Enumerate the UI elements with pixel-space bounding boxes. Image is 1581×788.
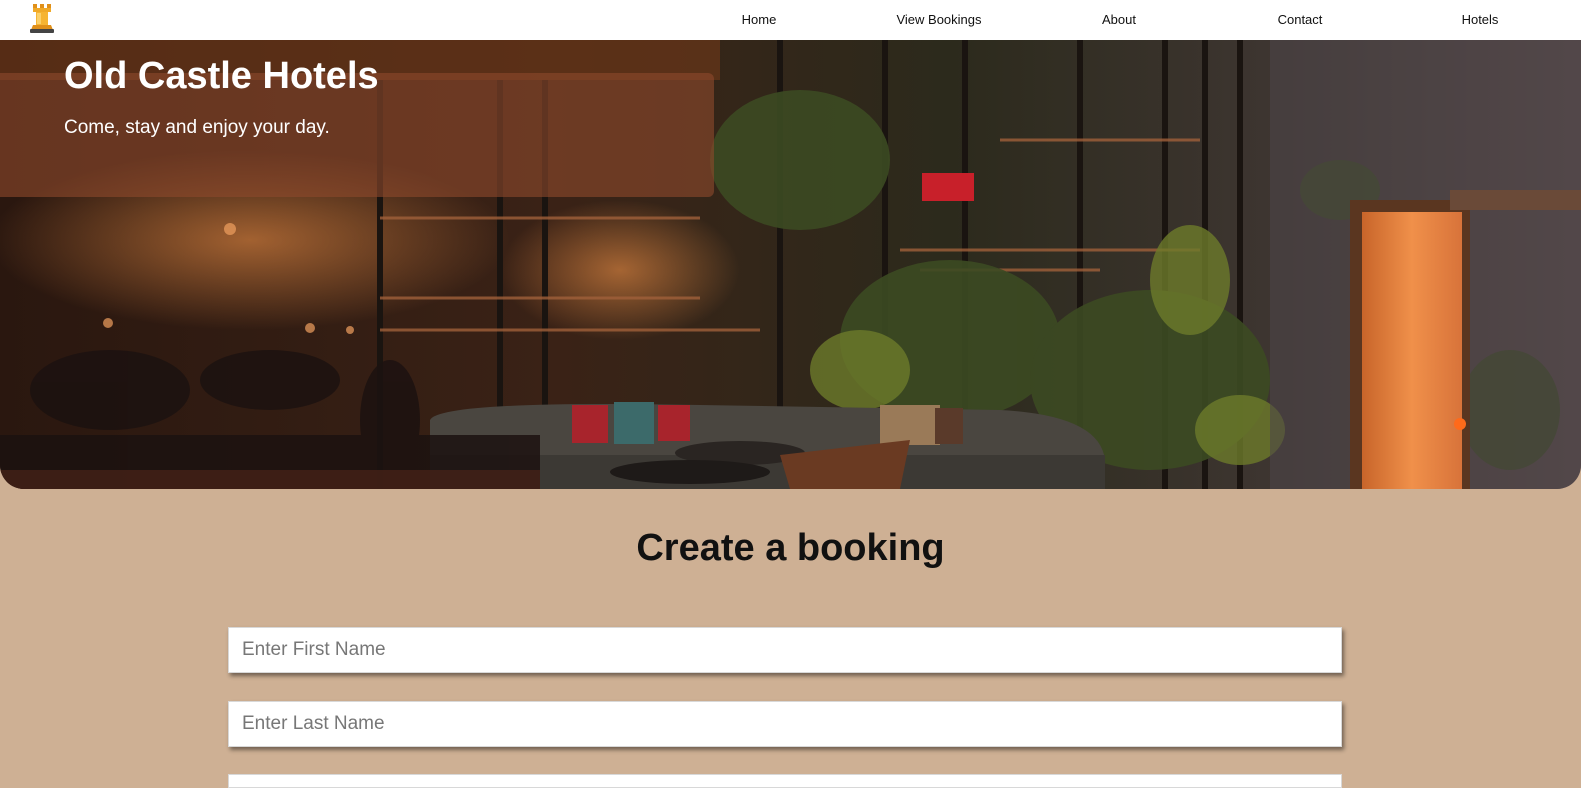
first-name-field[interactable]: [228, 627, 1342, 673]
nav-link-view-bookings[interactable]: View Bookings: [896, 12, 981, 27]
nav-link-home[interactable]: Home: [742, 12, 777, 27]
next-form-field[interactable]: [228, 774, 1342, 788]
hero-title: Old Castle Hotels: [64, 55, 379, 97]
top-navigation-bar: Home View Bookings About Contact Hotels: [0, 0, 1581, 40]
nav-link-hotels[interactable]: Hotels: [1462, 12, 1499, 27]
hero-subtitle: Come, stay and enjoy your day.: [64, 117, 330, 138]
last-name-field[interactable]: [228, 701, 1342, 747]
hero-banner: [0, 40, 1581, 489]
nav-link-about[interactable]: About: [1102, 12, 1136, 27]
castle-tower-icon[interactable]: [28, 2, 56, 34]
booking-section-title: Create a booking: [636, 527, 945, 569]
nav-link-contact[interactable]: Contact: [1278, 12, 1323, 27]
